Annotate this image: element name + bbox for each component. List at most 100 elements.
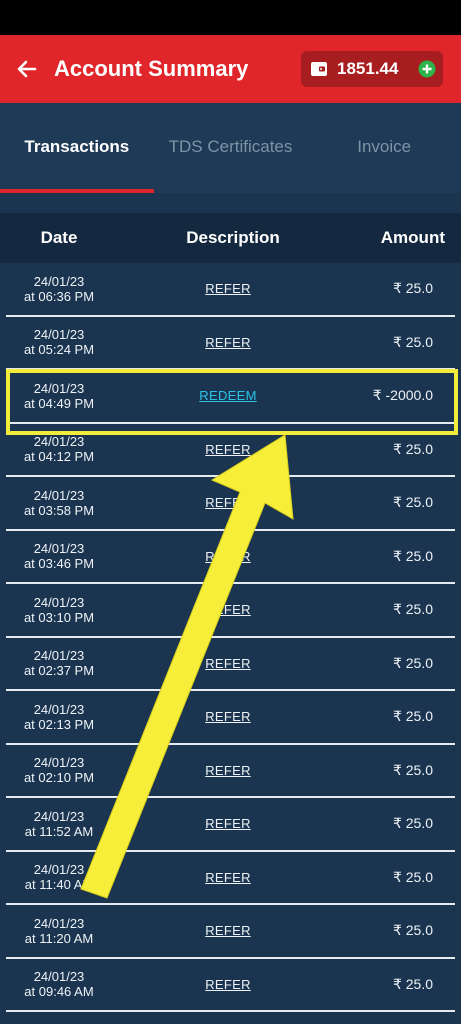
row-date-day: 24/01/23: [33, 541, 85, 557]
row-date-time: at 03:58 PM: [23, 502, 95, 518]
row-date: 24/01/23 at 03:10 PM: [6, 595, 112, 625]
row-description-link[interactable]: REFER: [205, 816, 251, 831]
table-row[interactable]: 24/01/23 at 04:49 PM REDEEM ₹ -2000.0: [6, 370, 455, 424]
row-date-day: 24/01/23: [33, 701, 85, 717]
row-date-day: 24/01/23: [33, 969, 85, 985]
spacer: [0, 193, 461, 213]
row-description-link[interactable]: REFER: [205, 602, 251, 617]
row-date-time: at 03:10 PM: [23, 609, 95, 625]
row-amount: ₹ 25.0: [392, 975, 433, 992]
table-row[interactable]: 24/01/23 at 11:52 AM REFER ₹ 25.0: [6, 798, 455, 852]
row-description: REFER: [112, 549, 344, 564]
row-description: REFER: [112, 656, 344, 671]
row-date-day: 24/01/23: [33, 594, 85, 610]
row-description-link[interactable]: REFER: [205, 709, 251, 724]
column-header-amount: Amount: [380, 228, 445, 247]
row-description-link[interactable]: REFER: [205, 549, 251, 564]
page-title: Account Summary: [54, 56, 249, 81]
table-header: Date Description Amount: [0, 213, 461, 263]
row-date: 24/01/23 at 04:12 PM: [6, 434, 112, 464]
row-date-time: at 06:36 PM: [23, 288, 95, 304]
table-row[interactable]: 24/01/23 at 11:40 AM REFER ₹ 25.0: [6, 852, 455, 905]
row-date: 24/01/23 at 02:37 PM: [6, 648, 112, 678]
row-amount: ₹ 25.0: [392, 547, 433, 564]
row-description-link[interactable]: REFER: [205, 442, 251, 457]
table-row[interactable]: 24/01/23 at 11:20 AM REFER ₹ 25.0: [6, 905, 455, 959]
row-date: 24/01/23 at 05:24 PM: [6, 327, 112, 357]
row-amount: ₹ 25.0: [392, 654, 433, 671]
row-amount: ₹ 25.0: [392, 440, 433, 457]
row-description-link[interactable]: REFER: [205, 335, 251, 350]
row-description-link[interactable]: REFER: [205, 870, 251, 885]
row-description: REFER: [112, 870, 344, 885]
table-row[interactable]: 24/01/23 at 02:10 PM REFER ₹ 25.0: [6, 745, 455, 798]
row-date: 24/01/23 at 09:46 AM: [6, 969, 112, 999]
row-date-time: at 11:52 AM: [24, 823, 94, 839]
row-date-time: at 11:20 AM: [24, 930, 94, 946]
row-date-day: 24/01/23: [33, 808, 85, 824]
row-date: 24/01/23 at 02:10 PM: [6, 755, 112, 785]
row-description: REFER: [112, 335, 344, 350]
back-arrow-icon: [17, 60, 37, 78]
tab-tds-certificates[interactable]: TDS Certificates: [154, 103, 308, 191]
row-description-link[interactable]: REFER: [205, 763, 251, 778]
row-amount: ₹ 25.0: [392, 494, 433, 511]
column-header-description: Description: [186, 228, 280, 247]
row-amount: ₹ 25.0: [392, 761, 433, 778]
row-date: 24/01/23 at 11:40 AM: [6, 862, 112, 892]
row-date-day: 24/01/23: [33, 487, 85, 503]
row-date-time: at 04:49 PM: [23, 395, 95, 411]
table-row[interactable]: 24/01/23 at 03:58 PM REFER ₹ 25.0: [6, 477, 455, 531]
row-date: 24/01/23 at 04:49 PM: [6, 381, 112, 411]
row-description: REFER: [112, 709, 344, 724]
row-amount: ₹ 25.0: [392, 601, 433, 618]
row-date: 24/01/23 at 11:20 AM: [6, 916, 112, 946]
row-description-link[interactable]: REFER: [205, 923, 251, 938]
row-date-time: at 11:40 AM: [24, 877, 94, 893]
tab-bar: Transactions TDS Certificates Invoice: [0, 103, 461, 193]
row-description: REFER: [112, 442, 344, 457]
tab-invoice[interactable]: Invoice: [307, 103, 461, 191]
row-description: REFER: [112, 977, 344, 992]
back-button[interactable]: [0, 35, 54, 103]
table-row[interactable]: 24/01/23 at 06:36 PM REFER ₹ 25.0: [6, 263, 455, 317]
row-description: REFER: [112, 923, 344, 938]
row-amount: ₹ -2000.0: [372, 387, 433, 404]
row-date-day: 24/01/23: [33, 915, 85, 931]
row-date-time: at 04:12 PM: [23, 449, 95, 465]
add-money-button[interactable]: [417, 59, 437, 79]
row-date-time: at 02:13 PM: [23, 716, 95, 732]
row-date: 24/01/23 at 06:36 PM: [6, 274, 112, 304]
plus-circle-icon: [418, 60, 436, 78]
row-description-link[interactable]: REDEEM: [199, 388, 256, 403]
row-amount: ₹ 25.0: [392, 922, 433, 939]
row-description-link[interactable]: REFER: [205, 495, 251, 510]
row-date: 24/01/23 at 11:52 AM: [6, 809, 112, 839]
row-date-day: 24/01/23: [33, 380, 85, 396]
table-row[interactable]: 24/01/23 at 05:24 PM REFER ₹ 25.0: [6, 317, 455, 370]
table-row[interactable]: 24/01/23 at 04:12 PM REFER ₹ 25.0: [6, 424, 455, 477]
wallet-balance: 1851.44: [337, 59, 399, 78]
row-amount: ₹ 25.0: [392, 333, 433, 350]
table-row[interactable]: 24/01/23 at 09:46 AM REFER ₹ 25.0: [6, 959, 455, 1012]
row-description-link[interactable]: REFER: [205, 656, 251, 671]
row-amount: ₹ 25.0: [392, 280, 433, 297]
row-description: REFER: [112, 763, 344, 778]
row-date-time: at 05:24 PM: [23, 342, 95, 358]
table-row[interactable]: 24/01/23 at 03:46 PM REFER ₹ 25.0: [6, 531, 455, 584]
row-amount: ₹ 25.0: [392, 815, 433, 832]
row-description: REFER: [112, 495, 344, 510]
table-row[interactable]: 24/01/23 at 02:37 PM REFER ₹ 25.0: [6, 638, 455, 691]
wallet-balance-chip[interactable]: 1851.44: [301, 51, 443, 87]
row-description: REFER: [112, 602, 344, 617]
tab-transactions[interactable]: Transactions: [0, 103, 154, 191]
table-row[interactable]: 24/01/23 at 03:10 PM REFER ₹ 25.0: [6, 584, 455, 638]
row-description: REDEEM: [112, 388, 344, 403]
column-header-date: Date: [40, 228, 78, 247]
row-description-link[interactable]: REFER: [205, 281, 251, 296]
row-description-link[interactable]: REFER: [205, 977, 251, 992]
row-amount: ₹ 25.0: [392, 708, 433, 725]
row-date: 24/01/23 at 02:13 PM: [6, 702, 112, 732]
row-date-day: 24/01/23: [33, 327, 85, 343]
table-row[interactable]: 24/01/23 at 02:13 PM REFER ₹ 25.0: [6, 691, 455, 745]
